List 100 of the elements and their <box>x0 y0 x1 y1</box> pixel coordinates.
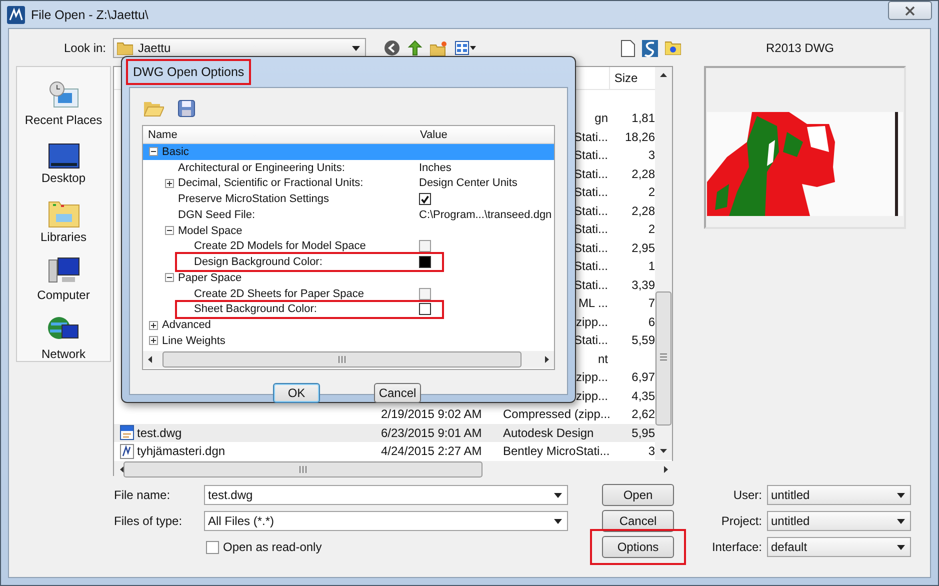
column-header[interactable]: Size <box>610 71 655 85</box>
collapse-icon[interactable] <box>165 273 174 282</box>
dialog-button[interactable]: Cancel <box>602 510 674 532</box>
dropdown-arrow-icon <box>554 492 562 498</box>
file-type: nt <box>598 352 608 366</box>
property-name: Sheet Background Color: <box>194 303 317 316</box>
places-item[interactable]: Libraries <box>40 188 87 244</box>
file-type: Compressed (zipp... <box>503 407 610 422</box>
property-name: DGN Seed File: <box>178 208 256 221</box>
expand-icon[interactable] <box>149 320 158 330</box>
dialog-title: DWG Open Options <box>128 61 250 83</box>
file-size: 3 <box>648 444 655 458</box>
dialog-button[interactable]: Cancel <box>374 383 421 403</box>
file-size: 2,28 <box>632 204 655 218</box>
view-menu-icon[interactable] <box>455 41 477 55</box>
property-name: Design Background Color: <box>194 256 322 268</box>
read-only-label: Open as read-only <box>223 540 322 554</box>
file-size: 6,97 <box>632 370 655 384</box>
dropdown-arrow-icon <box>554 518 562 524</box>
expand-icon[interactable] <box>165 178 174 188</box>
dialog-button[interactable]: OK <box>273 383 320 403</box>
property-row[interactable]: Sheet Background Color: <box>177 302 442 318</box>
property-value: Inches <box>419 162 452 174</box>
dropdown-arrow-icon <box>897 492 905 498</box>
close-icon[interactable] <box>905 6 915 16</box>
property-row[interactable]: Create 2D Sheets for Paper Space <box>143 286 554 302</box>
checkbox[interactable] <box>419 193 431 206</box>
back-icon[interactable] <box>384 40 400 56</box>
read-only-checkbox[interactable] <box>206 540 219 554</box>
horizontal-scrollbar[interactable] <box>143 351 554 368</box>
close-button[interactable] <box>888 1 932 20</box>
file-type: zipp... <box>576 370 608 384</box>
window-title: File Open - Z:\Jaettu\ <box>31 8 148 22</box>
file-size: 7 <box>648 296 655 310</box>
property-row[interactable]: DGN Seed File: C:\Program...\transeed.dgn <box>143 207 554 223</box>
look-in-dropdown[interactable]: Jaettu <box>113 38 366 58</box>
file-size: 5,59 <box>632 333 655 348</box>
look-in-label: Look in: <box>62 41 106 55</box>
setting-label: User: <box>732 488 763 502</box>
dropdown-arrow-icon <box>352 46 360 50</box>
file-size: 5,95 <box>632 426 655 440</box>
new-file-icon[interactable] <box>621 40 635 56</box>
property-row[interactable]: Architectural or Engineering Units: Inches <box>143 160 554 176</box>
vertical-scrollbar[interactable] <box>655 67 672 460</box>
file-row[interactable]: 2/19/2015 9:02 AM Compressed (zipp... 2,62 <box>114 405 655 424</box>
property-row[interactable]: Paper Space <box>143 270 554 286</box>
new-folder-icon[interactable] <box>430 40 448 56</box>
horizontal-scrollbar[interactable] <box>114 460 674 478</box>
property-row[interactable]: Advanced <box>143 317 554 333</box>
file-size: 2 <box>648 222 655 236</box>
property-row[interactable]: Design Background Color: <box>177 254 442 270</box>
up-arrow-icon[interactable] <box>407 40 423 56</box>
property-name: Create 2D Sheets for Paper Space <box>194 288 364 300</box>
dgn-file-icon <box>120 444 134 459</box>
places-item[interactable]: Computer <box>37 246 90 302</box>
setting-label: Interface: <box>710 540 763 554</box>
expand-icon[interactable] <box>149 336 158 346</box>
places-item[interactable]: Network <box>41 305 86 361</box>
column-header[interactable]: Name <box>143 128 418 140</box>
file-name-field[interactable]: test.dwg <box>204 485 568 505</box>
dropdown-arrow-icon <box>897 544 905 550</box>
library-folder-icon <box>48 200 80 228</box>
property-name: Advanced <box>162 319 211 332</box>
collapse-icon[interactable] <box>149 147 158 156</box>
file-size: 3 <box>648 148 655 162</box>
file-row[interactable]: tyhjämasteri.dgn 4/24/2015 2:27 AM Bentley MicroStati... 3 <box>114 442 655 460</box>
star-folder-icon[interactable] <box>665 41 681 55</box>
property-row[interactable]: Basic <box>143 144 554 160</box>
preview-label: R2013 DWG <box>764 41 836 55</box>
property-name: Basic <box>162 146 189 158</box>
file-size: 2 <box>648 185 655 200</box>
file-size: 2,28 <box>632 166 655 181</box>
swirl-icon[interactable] <box>642 40 658 56</box>
setting-dropdown[interactable]: untitled <box>767 485 911 505</box>
file-name-label: File name: <box>114 488 172 502</box>
property-row[interactable]: Create 2D Models for Model Space <box>143 238 554 254</box>
property-value: C:\Program...\transeed.dgn <box>419 208 552 221</box>
color-swatch[interactable] <box>419 303 431 316</box>
places-item[interactable]: Recent Places <box>24 71 102 127</box>
file-row[interactable]: test.dwg 6/23/2015 9:01 AM Autodesk Design 5,95 <box>114 424 655 442</box>
property-row[interactable]: Model Space <box>143 222 554 238</box>
property-row[interactable]: Preserve MicroStation Settings <box>143 191 554 207</box>
file-type: zipp... <box>576 388 608 403</box>
dialog-button[interactable]: Options <box>602 536 674 558</box>
property-row[interactable]: Decimal, Scientific or Fractional Units: Design Center Units <box>143 176 554 192</box>
property-row[interactable]: Line Weights <box>143 333 554 349</box>
file-size: 18,26 <box>624 130 655 144</box>
file-date: 2/19/2015 9:02 AM <box>381 407 482 422</box>
dwg-file-icon <box>120 425 134 440</box>
property-name: Line Weights <box>162 334 226 347</box>
places-item[interactable]: Desktop <box>41 130 86 186</box>
file-type-dropdown[interactable]: All Files (*.*) <box>204 511 568 531</box>
setting-dropdown[interactable]: default <box>767 537 911 557</box>
property-name: Decimal, Scientific or Fractional Units: <box>178 177 364 190</box>
collapse-icon[interactable] <box>165 226 174 236</box>
color-swatch[interactable] <box>419 256 431 268</box>
dialog-button[interactable]: Open <box>602 484 674 506</box>
save-icon[interactable] <box>178 100 195 116</box>
column-header[interactable]: Value <box>418 128 448 140</box>
setting-dropdown[interactable]: untitled <box>767 511 911 531</box>
